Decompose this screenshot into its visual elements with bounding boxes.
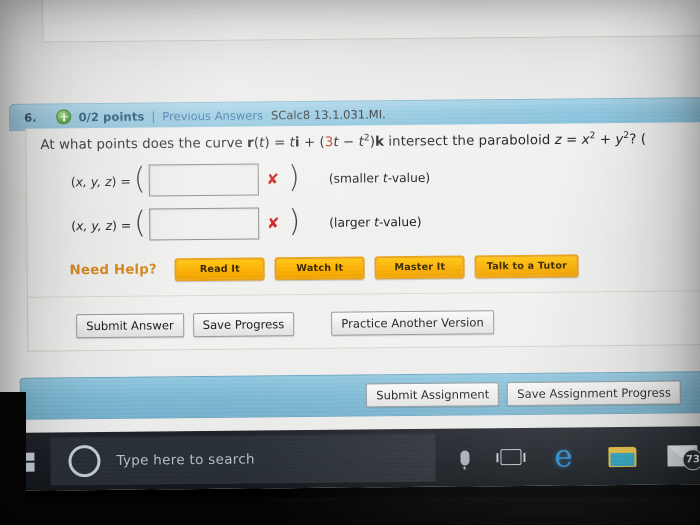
answer-input-larger-t[interactable]: [148, 207, 260, 241]
hint-pre-2: (larger: [329, 215, 375, 230]
previous-answers-link[interactable]: Previous Answers: [162, 108, 263, 123]
previous-question-block: Need Help? Read It Watch It Talk to a Tu…: [41, 0, 700, 43]
qt-p9: +: [595, 132, 616, 148]
incorrect-mark-1: ✘: [266, 170, 280, 189]
qt-y: y: [615, 132, 624, 148]
qt-vector-k: k: [375, 134, 385, 150]
qt-p7: intersect the paraboloid: [383, 133, 555, 150]
monitor-bezel-bottom: [0, 497, 700, 525]
question-number: 6.: [24, 110, 37, 125]
header-divider: |: [151, 108, 156, 123]
answer-vars-2: x, y, z: [76, 217, 113, 233]
save-progress-button[interactable]: Save Progress: [192, 312, 295, 338]
need-help-row: Need Help? Read It Watch It Master It Ta…: [69, 248, 579, 287]
practice-another-version-button[interactable]: Practice Another Version: [331, 310, 494, 336]
answer-label-2: (x, y, z) =: [71, 217, 132, 233]
answer-label-1: (x, y, z) =: [70, 173, 131, 189]
mail-icon[interactable]: 73: [651, 431, 700, 480]
question-text: At what points does the curve r(t) = ti …: [40, 130, 700, 153]
search-box[interactable]: Type here to search: [50, 433, 436, 486]
task-view-icon[interactable]: [487, 433, 533, 481]
microphone-icon[interactable]: [441, 433, 487, 481]
question-body: At what points does the curve r(t) = ti …: [25, 122, 700, 352]
hint-post-1: -value): [387, 170, 431, 186]
qt-p10: ? (: [629, 132, 647, 148]
qt-p8: =: [561, 132, 582, 148]
edge-browser-icon[interactable]: e: [533, 432, 593, 481]
section-divider: [27, 290, 700, 298]
answer-hint-2: (larger t-value): [329, 215, 421, 230]
qt-p4: + (: [299, 135, 325, 151]
points-earned: 0/2 points: [78, 109, 145, 124]
read-it-button[interactable]: Read It: [174, 256, 265, 281]
need-help-label: Need Help?: [69, 261, 157, 278]
incorrect-mark-2: ✘: [266, 214, 280, 233]
answer-row-larger-t: (x, y, z) = ( ✘ ) (larger t-value): [45, 204, 422, 243]
submit-answer-button[interactable]: Submit Answer: [76, 313, 184, 339]
question-action-bar: Submit Answer Save Progress Practice Ano…: [76, 310, 494, 339]
screen-content: Need Help? Read It Watch It Talk to a Tu…: [0, 0, 700, 491]
save-assignment-progress-button[interactable]: Save Assignment Progress: [507, 380, 681, 407]
practice-another-version-wrap: Practice Another Version: [331, 310, 494, 336]
submit-assignment-button[interactable]: Submit Assignment: [366, 382, 500, 408]
answer-hint-1: (smaller t-value): [329, 171, 431, 186]
assignment-action-bar: Submit Assignment Save Assignment Progre…: [19, 371, 700, 420]
qt-p5: −: [338, 134, 359, 151]
hint-pre-1: (smaller: [328, 171, 383, 186]
talk-to-a-tutor-button[interactable]: Talk to a Tutor: [474, 253, 579, 278]
file-explorer-icon[interactable]: [593, 432, 651, 481]
question-code: SCalc8 13.1.031.MI.: [270, 106, 386, 122]
windows-taskbar: Type here to search e 73: [0, 426, 700, 491]
watch-it-button[interactable]: Watch It: [274, 255, 365, 280]
qt-p1: At what points does the curve: [40, 135, 248, 153]
master-it-button[interactable]: Master It: [374, 254, 465, 279]
qt-p3: ) =: [264, 135, 290, 151]
answer-vars-1: x, y, z: [75, 173, 112, 189]
qt-three: 3: [324, 135, 334, 151]
mail-badge-count: 73: [682, 448, 700, 470]
taskbar-icons: e 73: [441, 431, 700, 482]
search-placeholder: Type here to search: [116, 451, 255, 469]
hint-post-2: -value): [378, 214, 422, 230]
answer-input-smaller-t[interactable]: [148, 163, 259, 197]
answer-row-smaller-t: (x, y, z) = ( ✘ ) (smaller t-value): [45, 160, 431, 199]
cortana-circle-icon[interactable]: [68, 445, 101, 478]
plus-circle-icon[interactable]: [56, 109, 72, 125]
monitor-photo: Need Help? Read It Watch It Talk to a Tu…: [0, 0, 700, 525]
